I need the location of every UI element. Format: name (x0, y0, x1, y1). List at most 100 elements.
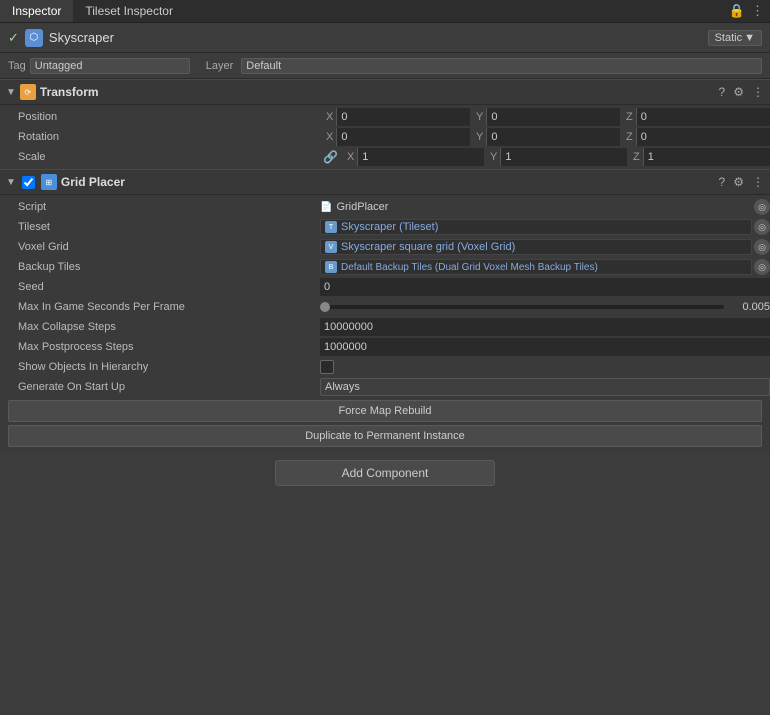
scale-y-input[interactable] (500, 148, 627, 166)
max-collapse-value (320, 318, 770, 336)
object-icon: ⬡ (25, 29, 43, 47)
pos-z-input[interactable] (636, 108, 770, 126)
layer-select[interactable]: Default (241, 58, 762, 74)
backup-tiles-row: Backup Tiles B Default Backup Tiles (Dua… (0, 257, 770, 277)
scale-x-input[interactable] (357, 148, 484, 166)
transform-expand-icon: ▼ (6, 87, 16, 98)
grid-placer-icon: ⊞ (41, 174, 57, 190)
pos-x-input[interactable] (336, 108, 470, 126)
duplicate-permanent-button[interactable]: Duplicate to Permanent Instance (8, 425, 762, 447)
script-row: Script 📄 GridPlacer ◎ (0, 197, 770, 217)
generate-label: Generate On Start Up (0, 381, 320, 393)
transform-header-icons: ? ⚙ ⋮ (719, 85, 764, 99)
grid-help-icon[interactable]: ? (719, 175, 726, 189)
add-component-button[interactable]: Add Component (275, 460, 495, 486)
max-postprocess-row: Max Postprocess Steps (0, 337, 770, 357)
lock-icon[interactable]: 🔒 (729, 3, 745, 19)
max-collapse-label: Max Collapse Steps (0, 321, 320, 333)
grid-placer-title: Grid Placer (61, 175, 715, 189)
script-file-icon: 📄 (320, 202, 332, 213)
pos-y-label: Y (470, 111, 486, 123)
grid-expand-icon: ▼ (6, 177, 16, 188)
backup-asset-icon: B (325, 261, 337, 273)
max-in-game-row: Max In Game Seconds Per Frame 0.005 (0, 297, 770, 317)
scale-lock-icon[interactable]: 🔗 (320, 150, 341, 164)
tileset-label: Tileset (0, 221, 320, 233)
rotation-row: Rotation X Y Z (0, 127, 770, 147)
show-objects-value (320, 360, 770, 374)
show-objects-row: Show Objects In Hierarchy (0, 357, 770, 377)
transform-settings-icon[interactable]: ⚙ (733, 85, 744, 99)
script-label: Script (0, 201, 320, 213)
grid-menu-icon[interactable]: ⋮ (752, 175, 764, 189)
voxel-grid-target-btn[interactable]: ◎ (754, 239, 770, 255)
voxel-grid-row: Voxel Grid V Skyscraper square grid (Vox… (0, 237, 770, 257)
static-dropdown[interactable]: Static ▼ (708, 30, 762, 46)
grid-placer-header-icons: ? ⚙ ⋮ (719, 175, 764, 189)
tag-select[interactable]: Untagged (30, 58, 190, 74)
script-value: 📄 GridPlacer ◎ (320, 199, 770, 215)
seed-input[interactable] (320, 278, 770, 296)
max-in-game-label: Max In Game Seconds Per Frame (0, 301, 320, 313)
tab-tileset-inspector[interactable]: Tileset Inspector (73, 0, 185, 22)
active-checkbox[interactable]: ✓ (8, 30, 19, 46)
voxel-grid-asset-ref: V Skyscraper square grid (Voxel Grid) (320, 239, 752, 255)
grid-settings-icon[interactable]: ⚙ (733, 175, 744, 189)
max-collapse-row: Max Collapse Steps (0, 317, 770, 337)
layer-label: Layer (206, 60, 234, 72)
menu-icon[interactable]: ⋮ (751, 3, 764, 19)
transform-title: Transform (40, 85, 715, 99)
tag-layer-row: Tag Untagged Layer Default (0, 53, 770, 79)
grid-placer-section-header[interactable]: ▼ ⊞ Grid Placer ? ⚙ ⋮ (0, 169, 770, 195)
backup-tiles-value: B Default Backup Tiles (Dual Grid Voxel … (320, 259, 770, 275)
backup-asset-ref: B Default Backup Tiles (Dual Grid Voxel … (320, 259, 752, 275)
grid-placer-props: Script 📄 GridPlacer ◎ Tileset T Skyscrap… (0, 195, 770, 452)
grid-placer-enabled-checkbox[interactable] (22, 176, 35, 189)
tileset-target-btn[interactable]: ◎ (754, 219, 770, 235)
show-objects-checkbox[interactable] (320, 360, 334, 374)
show-objects-label: Show Objects In Hierarchy (0, 361, 320, 373)
max-in-game-value: 0.005 (320, 301, 770, 313)
rot-y-input[interactable] (486, 128, 620, 146)
rot-x-input[interactable] (336, 128, 470, 146)
max-postprocess-label: Max Postprocess Steps (0, 341, 320, 353)
transform-help-icon[interactable]: ? (719, 85, 726, 99)
generate-dropdown[interactable]: Always Never If Empty (320, 378, 770, 396)
position-label: Position (0, 111, 320, 123)
object-name: Skyscraper (49, 30, 702, 45)
rotation-label: Rotation (0, 131, 320, 143)
tab-inspector[interactable]: Inspector (0, 0, 73, 22)
transform-props: Position X Y Z Rotation X Y (0, 105, 770, 169)
script-target-btn[interactable]: ◎ (754, 199, 770, 215)
max-postprocess-input[interactable] (320, 338, 770, 356)
transform-icon: ⟳ (20, 84, 36, 100)
scale-row: Scale 🔗 X Y Z (0, 147, 770, 167)
rot-z-input[interactable] (636, 128, 770, 146)
scale-y-label: Y (484, 151, 500, 163)
backup-tiles-label: Backup Tiles (0, 261, 320, 273)
voxel-asset-icon: V (325, 241, 337, 253)
pos-y-input[interactable] (486, 108, 620, 126)
scale-label: Scale (0, 151, 320, 163)
tab-bar-icons: 🔒 ⋮ (729, 3, 770, 19)
pos-x-label: X (320, 111, 336, 123)
tag-label: Tag (8, 60, 26, 72)
transform-section-header[interactable]: ▼ ⟳ Transform ? ⚙ ⋮ (0, 79, 770, 105)
force-map-rebuild-button[interactable]: Force Map Rebuild (8, 400, 762, 422)
slider-track[interactable] (320, 305, 724, 309)
max-collapse-input[interactable] (320, 318, 770, 336)
voxel-grid-label: Voxel Grid (0, 241, 320, 253)
backup-tiles-target-btn[interactable]: ◎ (754, 259, 770, 275)
pos-z-label: Z (620, 111, 636, 123)
tab-bar: Inspector Tileset Inspector 🔒 ⋮ (0, 0, 770, 23)
max-postprocess-value (320, 338, 770, 356)
scale-value: 🔗 X Y Z (320, 148, 770, 166)
tileset-asset-ref: T Skyscraper (Tileset) (320, 219, 752, 235)
tileset-row: Tileset T Skyscraper (Tileset) ◎ (0, 217, 770, 237)
rot-y-label: Y (470, 131, 486, 143)
seed-value (320, 278, 770, 296)
slider-thumb[interactable] (320, 302, 330, 312)
add-component-area: Add Component (0, 460, 770, 486)
scale-z-input[interactable] (643, 148, 770, 166)
transform-menu-icon[interactable]: ⋮ (752, 85, 764, 99)
